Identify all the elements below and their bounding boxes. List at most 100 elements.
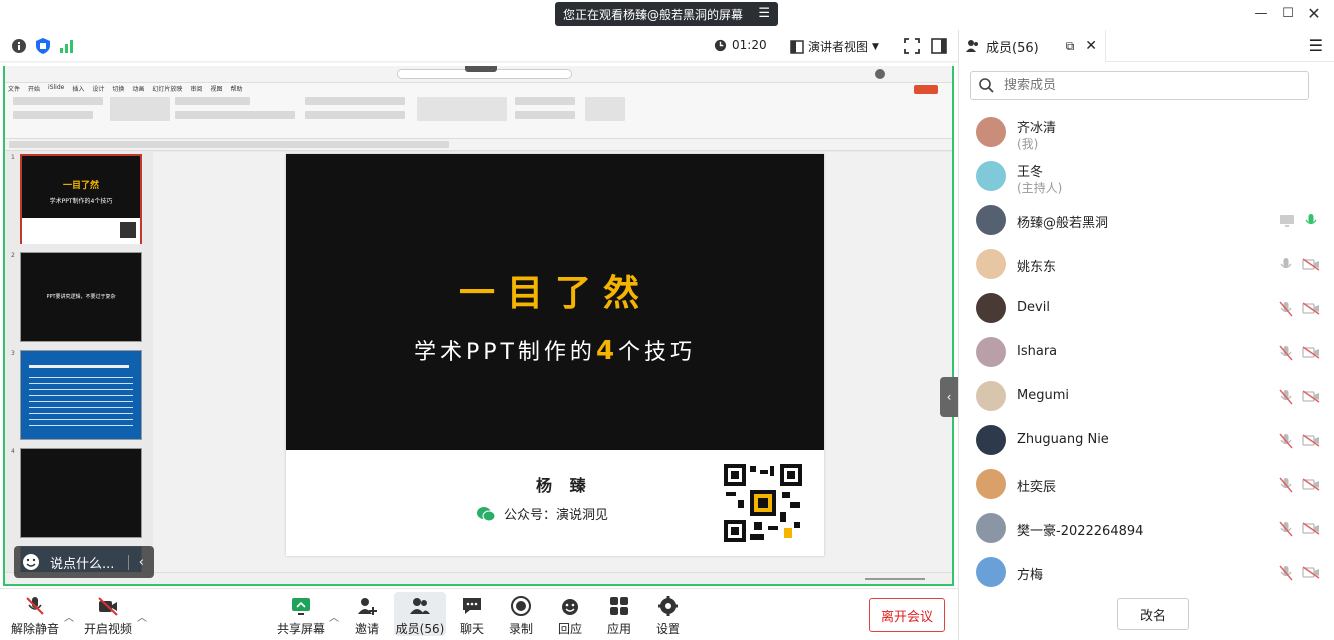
member-row[interactable]: 樊一豪-2022264894 bbox=[959, 506, 1334, 550]
start-video-button[interactable]: 开启视频 bbox=[83, 595, 133, 637]
mic-muted-icon bbox=[26, 597, 44, 615]
member-name: 王冬 bbox=[1017, 165, 1044, 180]
member-row[interactable]: 齐冰清 (我) bbox=[959, 110, 1334, 154]
member-role: (主持人) bbox=[1017, 181, 1063, 195]
avatar bbox=[976, 557, 1006, 587]
member-row[interactable]: Zhuguang Nie bbox=[959, 418, 1334, 462]
minimize-icon[interactable]: — bbox=[1251, 6, 1271, 24]
video-options-chevron-icon[interactable]: ︿ bbox=[137, 609, 147, 624]
share-options-chevron-icon[interactable]: ︿ bbox=[329, 609, 339, 624]
mic-muted-icon[interactable] bbox=[1279, 389, 1293, 405]
video-off-icon[interactable] bbox=[1302, 478, 1320, 491]
rename-button[interactable]: 改名 bbox=[1117, 598, 1189, 630]
slide-thumbnail-1[interactable]: 一目了然 学术PPT制作的4个技巧 bbox=[20, 154, 142, 244]
panel-menu-icon[interactable]: ☰ bbox=[1309, 36, 1323, 55]
chat-button[interactable]: 聊天 bbox=[447, 595, 497, 637]
avatar bbox=[976, 205, 1006, 235]
unmute-button[interactable]: 解除静音 bbox=[10, 595, 60, 637]
mic-muted-icon[interactable] bbox=[1279, 565, 1293, 581]
slide-title: 一目了然 bbox=[458, 273, 651, 314]
member-name: 杨臻@般若黑洞 bbox=[1017, 216, 1109, 231]
member-name: 方梅 bbox=[1017, 568, 1044, 583]
close-panel-icon[interactable]: ✕ bbox=[1085, 38, 1097, 54]
chat-quick-popup[interactable]: 说点什么... ‹ bbox=[14, 546, 154, 578]
mic-muted-icon[interactable] bbox=[1279, 521, 1293, 537]
chat-quick-input[interactable]: 说点什么... bbox=[50, 553, 114, 572]
mic-muted-icon[interactable] bbox=[1279, 433, 1293, 449]
audio-options-chevron-icon[interactable]: ︿ bbox=[64, 609, 74, 624]
share-screen-button[interactable]: 共享屏幕 bbox=[275, 595, 327, 637]
share-screen-icon bbox=[292, 598, 310, 615]
member-row[interactable]: 杜奕辰 bbox=[959, 462, 1334, 506]
video-off-icon[interactable] bbox=[1302, 522, 1320, 535]
video-off-icon[interactable] bbox=[1302, 302, 1320, 315]
video-off-icon[interactable] bbox=[1302, 566, 1320, 579]
video-off-icon[interactable] bbox=[1302, 434, 1320, 447]
avatar bbox=[976, 249, 1006, 279]
avatar bbox=[976, 337, 1006, 367]
wechat-icon bbox=[477, 506, 496, 521]
close-icon[interactable]: ✕ bbox=[1304, 4, 1324, 23]
mic-muted-icon[interactable] bbox=[1279, 301, 1293, 317]
video-off-icon[interactable] bbox=[1302, 390, 1320, 403]
slide-public-account: 公众号：演说洞见 bbox=[476, 504, 608, 523]
layout-sidebar-icon[interactable] bbox=[930, 37, 948, 55]
slide-thumbnail-2[interactable]: PPT要讲究逻辑，不要过于复杂 bbox=[20, 252, 142, 342]
shared-screen: 文件 开始 iSlide 插入 设计 切换 动画 幻灯片放映 审阅 视图 帮助 1 bbox=[0, 63, 958, 588]
video-off-icon[interactable] bbox=[1302, 346, 1320, 359]
member-name: 姚东东 bbox=[1017, 260, 1057, 275]
member-name: 齐冰清 bbox=[1017, 121, 1057, 136]
member-row[interactable]: Megumi bbox=[959, 374, 1334, 418]
member-row[interactable]: 王冬 (主持人) bbox=[959, 154, 1334, 198]
ppt-quick-access bbox=[5, 139, 952, 151]
record-button[interactable]: 录制 bbox=[496, 595, 546, 637]
reaction-button[interactable]: 回应 bbox=[545, 595, 595, 637]
slide-thumbnail-4[interactable] bbox=[20, 448, 142, 538]
avatar bbox=[976, 161, 1006, 191]
slide-thumbnail-3[interactable] bbox=[20, 350, 142, 440]
leave-meeting-button[interactable]: 离开会议 bbox=[869, 598, 945, 632]
member-search[interactable] bbox=[970, 71, 1309, 100]
mic-muted-icon[interactable] bbox=[1279, 345, 1293, 361]
fullscreen-icon[interactable] bbox=[903, 37, 921, 55]
slide-subtitle: 学术PPT制作的4个技巧 bbox=[413, 336, 697, 366]
slide-canvas: 一目了然 学术PPT制作的4个技巧 杨 臻 公众号：演说洞见 bbox=[153, 152, 952, 572]
avatar bbox=[976, 293, 1006, 323]
member-row[interactable]: 方梅 bbox=[959, 550, 1334, 594]
security-shield-icon[interactable] bbox=[34, 37, 52, 55]
current-slide: 一目了然 学术PPT制作的4个技巧 杨 臻 公众号：演说洞见 bbox=[286, 154, 824, 556]
avatar bbox=[976, 117, 1006, 147]
members-tab[interactable]: 成员(56) ⧉ ✕ bbox=[959, 30, 1106, 62]
screen-share-status-icon[interactable] bbox=[1279, 214, 1297, 227]
slide-thumbnails: 1 一目了然 学术PPT制作的4个技巧 2 PPT要讲究逻辑，不要过于复杂 3 bbox=[5, 152, 145, 576]
member-row[interactable]: 姚东东 bbox=[959, 242, 1334, 286]
mic-muted-icon[interactable] bbox=[1279, 477, 1293, 493]
member-row[interactable]: Ishara bbox=[959, 330, 1334, 374]
emoji-icon[interactable] bbox=[22, 553, 40, 571]
banner-menu-icon[interactable]: ☰ bbox=[758, 6, 770, 21]
members-button[interactable]: 成员(56) bbox=[394, 592, 446, 636]
invite-button[interactable]: 邀请 bbox=[342, 595, 392, 637]
info-icon[interactable] bbox=[10, 37, 28, 55]
popout-icon[interactable]: ⧉ bbox=[1066, 39, 1075, 54]
member-row[interactable]: 杨臻@般若黑洞 bbox=[959, 198, 1334, 242]
chevron-left-icon[interactable]: ‹ bbox=[127, 554, 154, 570]
member-search-input[interactable] bbox=[1004, 78, 1294, 93]
presenter-view-icon bbox=[790, 39, 804, 54]
maximize-icon[interactable]: ☐ bbox=[1278, 6, 1298, 24]
member-name: 杜奕辰 bbox=[1017, 480, 1057, 495]
meeting-toolbar: 01:20 演讲者视图 ▼ bbox=[0, 30, 958, 62]
qr-code-image bbox=[724, 464, 802, 542]
mic-on-icon[interactable] bbox=[1304, 213, 1318, 229]
apps-button[interactable]: 应用 bbox=[594, 595, 644, 637]
presenter-view-dropdown[interactable]: 演讲者视图 ▼ bbox=[790, 38, 879, 55]
members-panel-header: 成员(56) ⧉ ✕ ☰ bbox=[959, 30, 1334, 62]
settings-button[interactable]: 设置 bbox=[643, 595, 693, 637]
member-row[interactable]: Devil bbox=[959, 286, 1334, 330]
network-signal-icon[interactable] bbox=[58, 37, 76, 55]
video-off-icon[interactable] bbox=[1302, 258, 1320, 271]
meeting-controls: 解除静音 ︿ 开启视频 ︿ 共享屏幕 ︿ 邀请 成员(56) 聊天 录制 回应 … bbox=[0, 588, 958, 640]
meeting-timer: 01:20 bbox=[714, 38, 767, 52]
mic-icon[interactable] bbox=[1279, 257, 1293, 273]
collapse-tab-icon[interactable]: ‹ bbox=[940, 377, 958, 417]
